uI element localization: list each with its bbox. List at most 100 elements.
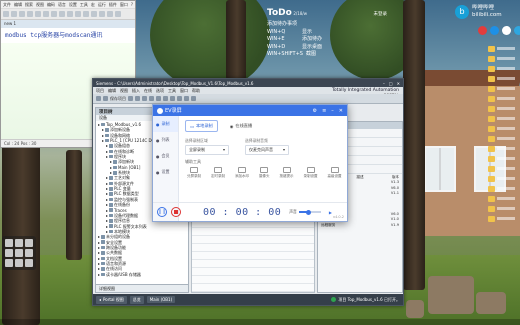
paste-icon[interactable]	[142, 96, 147, 101]
copy-icon[interactable]	[135, 96, 140, 101]
todo-item[interactable]: WIN+D 显示桌面	[267, 44, 387, 52]
desktop-folder[interactable]	[488, 134, 518, 143]
tia-menu-item[interactable]: 编辑	[108, 88, 116, 93]
notepad-menu-item[interactable]: ?	[131, 2, 133, 7]
notepad-menu-item[interactable]: 视图	[36, 2, 44, 7]
open-file-icon[interactable]	[11, 11, 17, 17]
paste-icon[interactable]	[67, 11, 73, 17]
ev-sidebar-item[interactable]: ● 录制	[153, 116, 178, 132]
notepad-menu-item[interactable]: 运行	[98, 2, 106, 7]
volume-knob[interactable]	[306, 209, 312, 215]
desktop-folder[interactable]	[488, 64, 518, 73]
desktop-folder[interactable]	[488, 164, 518, 173]
widget-tile[interactable]	[25, 259, 33, 267]
ev-sidebar-item[interactable]: ● 设置	[153, 164, 178, 180]
detail-view-toggle[interactable]: 详细视图	[96, 284, 188, 292]
todo-item[interactable]: 添加待办事项	[267, 21, 387, 29]
desktop-folder[interactable]	[488, 174, 518, 183]
notepad-menu-item[interactable]: 语言	[58, 2, 66, 7]
widget-tile[interactable]	[15, 259, 23, 267]
desktop-folder[interactable]	[488, 114, 518, 123]
main-ob1-tab[interactable]: Main (OB1)	[146, 296, 176, 303]
download-icon[interactable]	[177, 96, 182, 101]
notepad-menu-item[interactable]: 工具	[80, 2, 88, 7]
tia-menu-item[interactable]: 工具	[168, 88, 176, 93]
minimize-icon[interactable]: –	[331, 108, 334, 114]
desktop-folder[interactable]	[488, 204, 518, 213]
zoom-in-icon[interactable]	[107, 11, 113, 17]
todo-item[interactable]: WIN+E 添加待办	[267, 36, 387, 44]
close-icon[interactable]: ✕	[339, 108, 343, 114]
desktop-folder[interactable]	[488, 74, 518, 83]
go-online-icon[interactable]	[184, 96, 189, 101]
tia-menu-item[interactable]: 项目	[96, 88, 104, 93]
ev-tool-button[interactable]: 录制设置	[304, 167, 318, 179]
undo-icon[interactable]	[156, 96, 161, 101]
ev-tool-button[interactable]: 高级设置	[328, 167, 342, 179]
notepad-menu-item[interactable]: 编辑	[14, 2, 22, 7]
redo-icon[interactable]	[163, 96, 168, 101]
maximize-icon[interactable]: □	[389, 81, 393, 86]
desktop-folder[interactable]	[488, 124, 518, 133]
app-icon-cyan[interactable]	[514, 26, 520, 35]
desktop-folder[interactable]	[488, 54, 518, 63]
record-audio-select[interactable]: 仅麦克风声音 ▾	[245, 145, 289, 155]
desktop-folder[interactable]	[488, 44, 518, 53]
todo-item[interactable]: WIN+Q 显示	[267, 29, 387, 37]
delete-icon[interactable]	[149, 96, 154, 101]
tree-expand-icon[interactable]: ▸	[110, 170, 112, 175]
overview-button[interactable]: 总览	[129, 295, 144, 304]
compile-icon[interactable]	[170, 96, 175, 101]
portal-view-button[interactable]: ◂ Portal 视图	[96, 295, 127, 304]
copy-icon[interactable]	[59, 11, 65, 17]
save-project-button[interactable]: 保存项目	[110, 96, 126, 102]
editor-tab[interactable]: new 1	[1, 20, 135, 28]
zoom-out-icon[interactable]	[115, 11, 121, 17]
minimize-icon[interactable]: –	[383, 81, 385, 86]
save-icon[interactable]	[19, 11, 25, 17]
play-icon[interactable]: ▶	[329, 210, 332, 215]
close-icon[interactable]: ✕	[397, 81, 400, 86]
ev-tool-button[interactable]: 按键提示	[280, 167, 294, 179]
replace-icon[interactable]	[99, 11, 105, 17]
desktop-folder[interactable]	[488, 154, 518, 163]
widget-tile[interactable]	[15, 239, 23, 247]
todo-login-status[interactable]: 未登录	[374, 11, 388, 17]
tia-menu-item[interactable]: 选项	[156, 88, 164, 93]
tia-menu-item[interactable]: 插入	[132, 88, 140, 93]
new-file-icon[interactable]	[3, 11, 9, 17]
widget-tile[interactable]	[15, 249, 23, 257]
settings-icon[interactable]: ⚙	[313, 108, 317, 114]
desktop-folder[interactable]	[488, 144, 518, 153]
open-project-icon[interactable]	[96, 96, 101, 101]
tree-expand-icon[interactable]: ▸	[106, 154, 108, 159]
desktop-folder[interactable]	[488, 84, 518, 93]
redo-icon[interactable]	[83, 11, 89, 17]
notepad-menu-item[interactable]: 宏	[91, 2, 95, 7]
todo-item[interactable]: WIN+SHIFT+S 截图	[267, 51, 387, 59]
close-icon[interactable]	[35, 11, 41, 17]
save-all-icon[interactable]	[27, 11, 33, 17]
desktop-folder[interactable]	[488, 94, 518, 103]
ev-tool-button[interactable]: 摄像头	[259, 167, 270, 179]
start-record-button[interactable]: ❙❙	[157, 207, 167, 217]
notepad-menu-item[interactable]: 编码	[47, 2, 55, 7]
save-project-icon[interactable]	[103, 96, 108, 101]
menu-icon[interactable]: ≡	[322, 108, 326, 114]
notepad-menu-item[interactable]: 搜索	[25, 2, 33, 7]
tia-menu-item[interactable]: 帮助	[192, 88, 200, 93]
app-icon-blue[interactable]	[490, 26, 499, 35]
record-area-select[interactable]: 全屏录制 ▾	[185, 145, 229, 155]
widget-tile[interactable]	[5, 239, 13, 247]
tree-expand-icon[interactable]: ▸	[98, 272, 100, 277]
volume-slider[interactable]	[298, 209, 321, 215]
undo-icon[interactable]	[75, 11, 81, 17]
widget-tile[interactable]	[25, 239, 33, 247]
ev-tab[interactable]: ◉ 在线直播	[226, 120, 256, 132]
tree-expand-icon[interactable]: ▸	[102, 138, 104, 143]
ev-tool-button[interactable]: 分屏录制	[187, 167, 201, 179]
ev-sidebar-item[interactable]: ● 列表	[153, 132, 178, 148]
ev-tool-button[interactable]: 添加水印	[235, 167, 249, 179]
find-icon[interactable]	[91, 11, 97, 17]
notepad-menu-item[interactable]: 设置	[69, 2, 77, 7]
